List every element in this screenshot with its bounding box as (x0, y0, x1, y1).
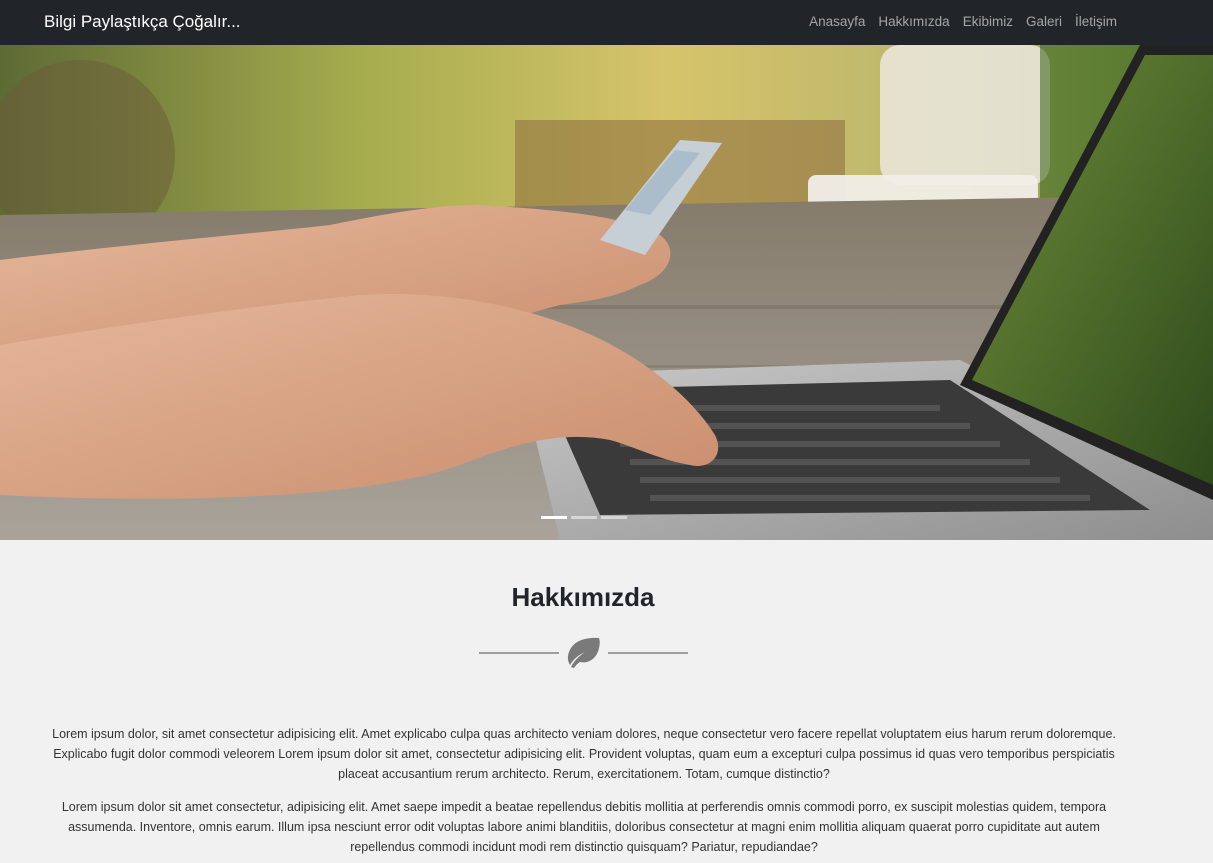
nav-link-galeri[interactable]: Galeri (1026, 14, 1062, 29)
navbar: Bilgi Paylaştıkça Çoğalır... Anasayfa Ha… (0, 0, 1213, 45)
nav-link-iletisim[interactable]: İletişim (1075, 14, 1117, 29)
divider-right (608, 652, 688, 654)
navbar-brand[interactable]: Bilgi Paylaştıkça Çoğalır... (44, 12, 241, 32)
hero-carousel (0, 45, 1213, 540)
section-title: Hakkımızda (511, 582, 655, 612)
about-section: Hakkımızda Lorem ipsum dolor, sit amet c… (0, 540, 1213, 863)
nav-link-hakkimizda[interactable]: Hakkımızda (878, 14, 949, 29)
nav-links: Anasayfa Hakkımızda Ekibimiz Galeri İlet… (809, 14, 1117, 29)
divider-left (479, 652, 559, 654)
about-paragraph-2: Lorem ipsum dolor sit amet consectetur, … (61, 800, 1107, 854)
about-paragraph-1: Lorem ipsum dolor, sit amet consectetur … (52, 727, 1116, 781)
carousel-indicator-1[interactable] (541, 516, 567, 519)
nav-link-ekibimiz[interactable]: Ekibimiz (963, 14, 1013, 29)
hero-image (0, 45, 1213, 540)
carousel-indicator-3[interactable] (601, 516, 627, 519)
carousel-indicator-2[interactable] (571, 516, 597, 519)
carousel-indicators (541, 516, 627, 519)
leaf-icon (567, 637, 600, 668)
nav-link-anasayfa[interactable]: Anasayfa (809, 14, 865, 29)
